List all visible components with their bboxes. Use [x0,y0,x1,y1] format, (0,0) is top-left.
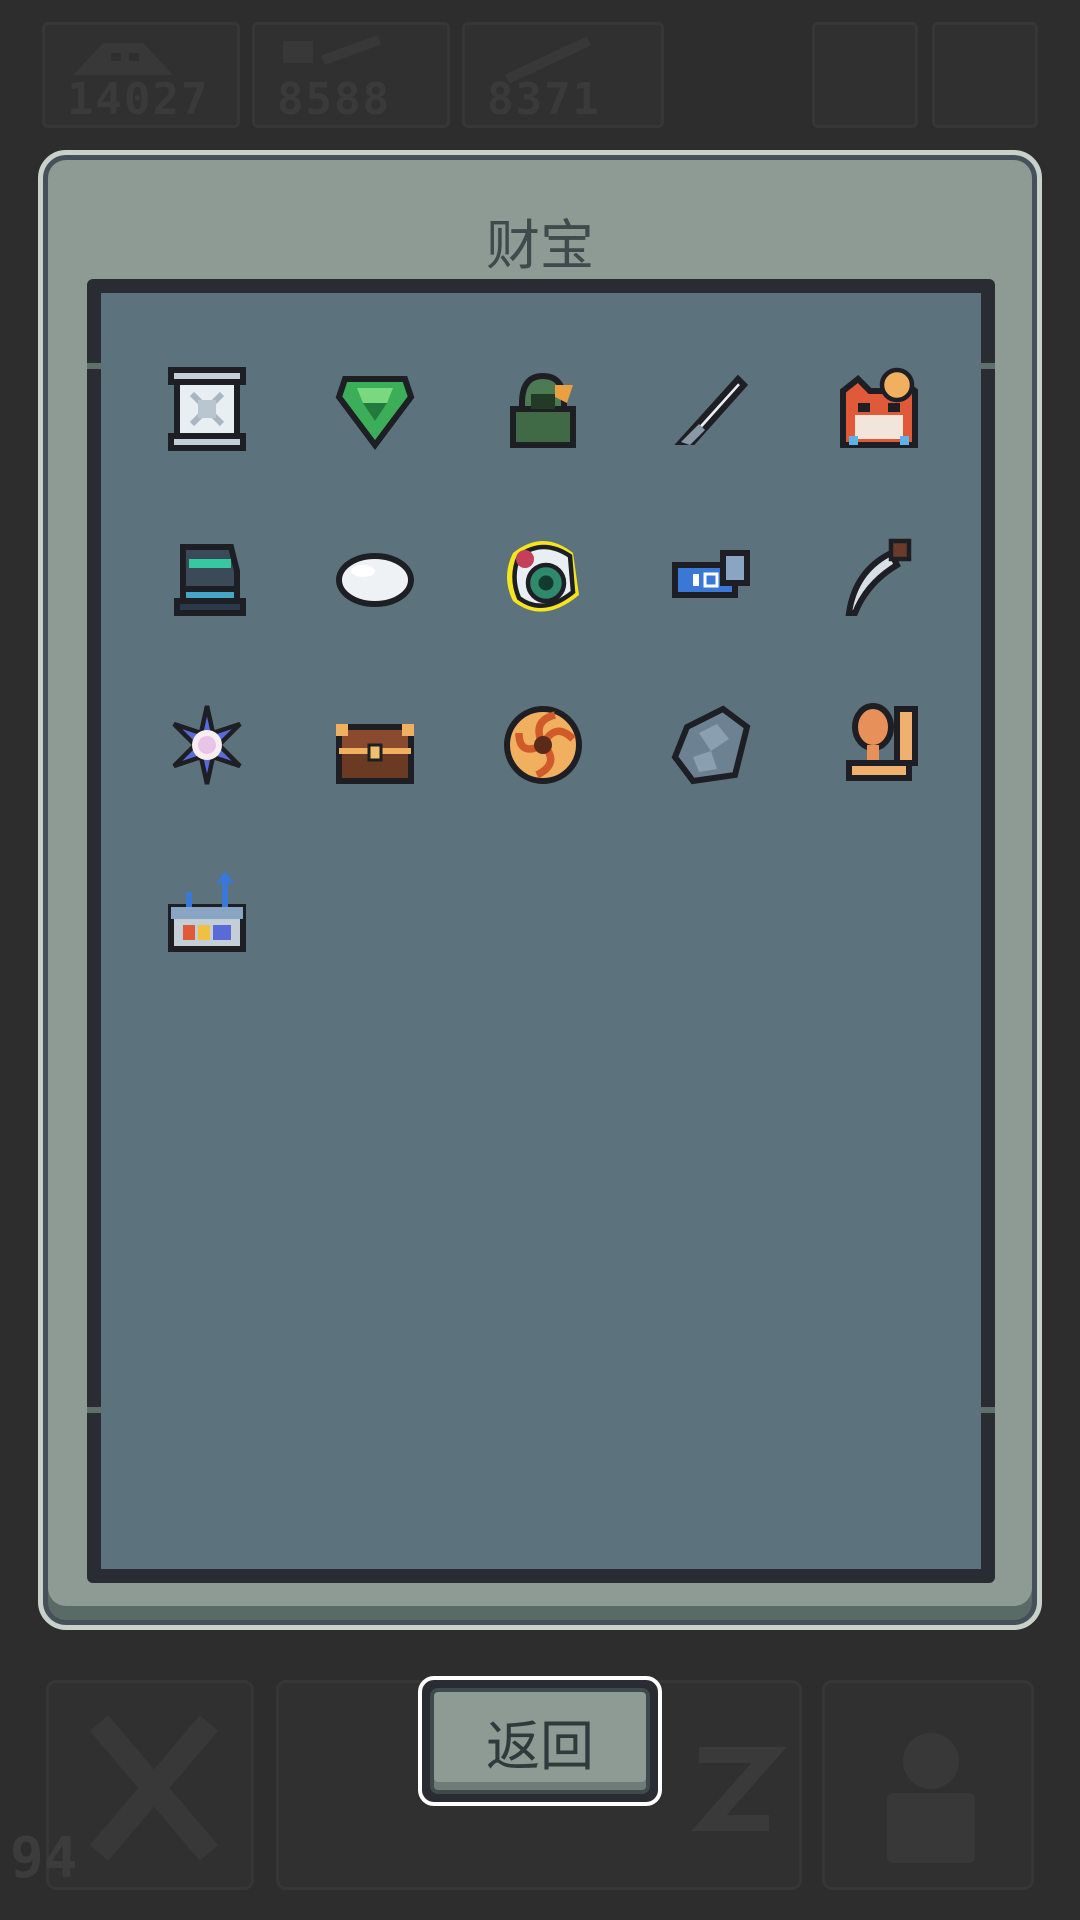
spiral-orb-icon [504,706,582,784]
device-box-icon [168,871,246,952]
treasure-chest-icon [336,724,414,784]
treasure-gauntlet[interactable] [159,529,255,625]
stone-icon [671,705,751,785]
treasure-hooded-figure[interactable] [495,361,591,457]
treasure-green-gem[interactable] [327,361,423,457]
fox-mask-icon [840,367,918,448]
ticket-icon [672,550,750,598]
frame-notch [87,363,101,369]
resource-skull: 14027 [42,22,240,128]
dagger-icon [845,538,912,616]
frame-notch [981,363,995,369]
resource-value: 8588 [277,74,391,125]
treasure-stone[interactable] [663,697,759,793]
treasure-panel: 财宝 [38,150,1042,1630]
treasure-grid-area [87,279,995,1583]
top-menu-button[interactable] [812,22,918,128]
knife-icon [674,374,749,445]
treasure-device-box[interactable] [159,865,255,961]
top-settings-button[interactable] [932,22,1038,128]
treasure-knife[interactable] [663,361,759,457]
treasure-scroll[interactable] [159,361,255,457]
white-pearl-icon [336,553,414,607]
crossed-swords-icon [89,1715,219,1861]
eyeball-icon [507,541,579,612]
bottom-slot-character[interactable] [822,1680,1034,1890]
frame-notch [87,1407,101,1413]
treasure-fox-mask[interactable] [831,361,927,457]
treasure-crystal-flower[interactable] [159,697,255,793]
resource-value: 14027 [67,74,210,125]
hooded-figure-icon [510,372,576,448]
level-indicator: 94 [10,1826,78,1891]
panel-title: 财宝 [486,214,594,277]
resource-value: 8371 [487,74,601,125]
treasure-ticket[interactable] [663,529,759,625]
green-gem-icon [335,376,415,450]
crystal-flower-icon [172,705,242,785]
resource-hammer: 8588 [252,22,450,128]
trophy-icon [846,703,918,781]
character-icon [887,1733,975,1863]
treasure-chest[interactable] [327,697,423,793]
treasure-spiral-orb[interactable] [495,697,591,793]
treasure-dagger[interactable] [831,529,927,625]
resource-sword: 8371 [462,22,664,128]
treasure-trophy[interactable] [831,697,927,793]
treasure-eyeball-selected[interactable] [495,529,591,625]
back-button[interactable]: 返回 [418,1676,662,1806]
treasure-white-pearl[interactable] [327,529,423,625]
frame-notch [981,1407,995,1413]
scroll-icon [168,367,246,451]
back-button-label: 返回 [430,1688,650,1794]
gauntlet-icon [174,544,246,616]
